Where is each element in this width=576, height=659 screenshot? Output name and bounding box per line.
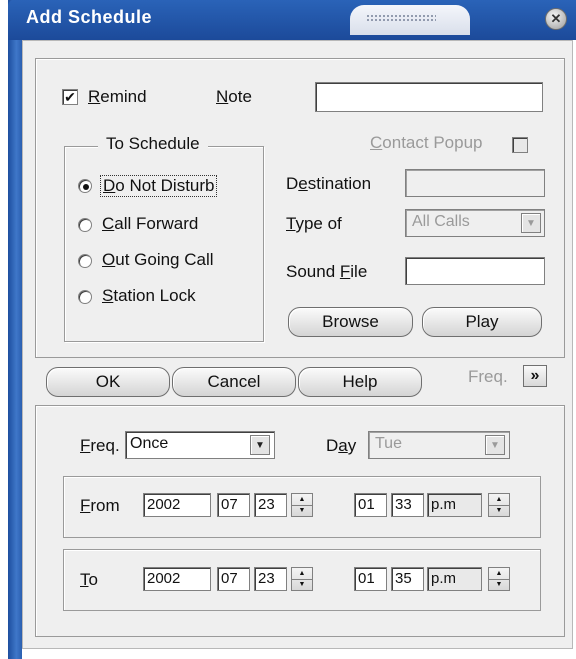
to-label: To — [80, 570, 98, 589]
window-title: Add Schedule — [26, 7, 153, 27]
sound-file-input[interactable] — [405, 257, 545, 285]
type-of-selected-value: All Calls — [412, 213, 470, 230]
radio-station-lock[interactable]: Station Lock — [78, 286, 238, 308]
radio-label-call-forward: Call Forward — [102, 214, 199, 233]
to-minute-input[interactable]: 35 — [391, 567, 424, 591]
to-time-spinner[interactable]: ▲ ▼ — [488, 567, 510, 591]
from-minute-input[interactable]: 33 — [391, 493, 424, 517]
from-month-input[interactable]: 07 — [217, 493, 250, 517]
day-label: Day — [326, 436, 357, 455]
radio-button[interactable] — [78, 218, 92, 232]
type-of-label: Type of — [286, 214, 342, 233]
spin-down-icon[interactable]: ▼ — [292, 505, 312, 516]
to-month-input[interactable]: 07 — [217, 567, 250, 591]
remind-label: Remind — [88, 87, 147, 106]
spin-down-icon[interactable]: ▼ — [292, 579, 312, 590]
close-icon[interactable]: ✕ — [545, 8, 567, 30]
to-ampm-field[interactable]: p.m — [427, 567, 482, 591]
radio-label-out-going-call: Out Going Call — [102, 250, 214, 269]
to-date-spinner[interactable]: ▲ ▼ — [291, 567, 313, 591]
to-year-input[interactable]: 2002 — [143, 567, 211, 591]
to-schedule-group-label: To Schedule — [98, 134, 208, 154]
double-chevron-right-icon[interactable]: » — [523, 365, 547, 387]
freq-selected-value: Once — [130, 435, 169, 452]
remind-check-box[interactable]: ✔ — [62, 89, 78, 105]
radio-label-station-lock: Station Lock — [102, 286, 196, 305]
chevron-down-icon[interactable]: ▼ — [485, 435, 505, 455]
from-time-spinner[interactable]: ▲ ▼ — [488, 493, 510, 517]
contact-popup-checkbox[interactable] — [512, 137, 528, 153]
chevron-down-icon[interactable]: ▼ — [250, 435, 270, 455]
freq-toggle-label: Freq. — [468, 367, 508, 386]
ok-button[interactable]: OK — [46, 367, 170, 397]
freq-label: Freq. — [80, 436, 120, 455]
day-select[interactable]: Tue ▼ — [368, 431, 510, 459]
radio-label-do-not-disturb: Do Not Disturb — [100, 175, 218, 197]
note-input[interactable] — [315, 82, 543, 112]
remind-checkbox[interactable]: ✔ Remind — [62, 87, 172, 109]
from-day-input[interactable]: 23 — [254, 493, 287, 517]
from-ampm-field[interactable]: p.m — [427, 493, 482, 517]
help-button[interactable]: Help — [298, 367, 422, 397]
radio-button[interactable] — [78, 290, 92, 304]
radio-call-forward[interactable]: Call Forward — [78, 214, 238, 236]
spin-down-icon[interactable]: ▼ — [489, 579, 509, 590]
window-left-frame — [8, 0, 22, 659]
sound-file-label: Sound File — [286, 262, 368, 281]
cancel-button[interactable]: Cancel — [172, 367, 296, 397]
play-button[interactable]: Play — [422, 307, 542, 337]
radio-button[interactable] — [78, 179, 92, 193]
contact-popup-label: Contact Popup — [370, 133, 483, 152]
note-label: Note — [216, 87, 252, 106]
radio-selected-dot — [83, 184, 89, 190]
from-label: From — [80, 496, 120, 515]
chevron-down-icon[interactable]: ▼ — [521, 213, 541, 233]
from-year-input[interactable]: 2002 — [143, 493, 211, 517]
day-selected-value: Tue — [375, 435, 402, 452]
radio-out-going-call[interactable]: Out Going Call — [78, 250, 238, 272]
add-schedule-window: Add Schedule ✕ ✔ Remind Note To Schedule… — [0, 0, 576, 659]
to-hour-input[interactable]: 01 — [354, 567, 387, 591]
radio-button[interactable] — [78, 254, 92, 268]
destination-input[interactable] — [405, 169, 545, 197]
spin-down-icon[interactable]: ▼ — [489, 505, 509, 516]
from-date-spinner[interactable]: ▲ ▼ — [291, 493, 313, 517]
to-day-input[interactable]: 23 — [254, 567, 287, 591]
freq-select[interactable]: Once ▼ — [125, 431, 275, 459]
type-of-select[interactable]: All Calls ▼ — [405, 209, 545, 237]
grip-icon — [366, 14, 436, 22]
browse-button[interactable]: Browse — [288, 307, 413, 337]
radio-do-not-disturb[interactable]: Do Not Disturb — [78, 175, 238, 197]
destination-label: Destination — [286, 174, 372, 193]
from-hour-input[interactable]: 01 — [354, 493, 387, 517]
